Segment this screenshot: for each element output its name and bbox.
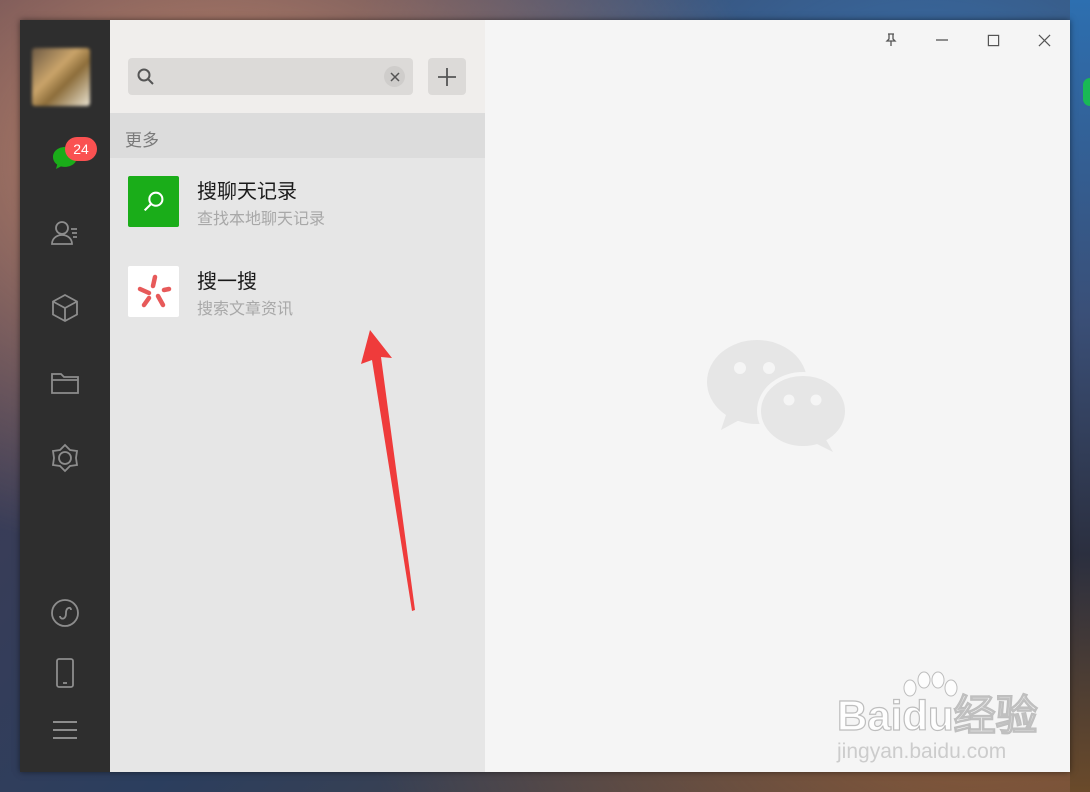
sousou-icon: [128, 266, 179, 317]
search-header: [110, 20, 485, 113]
close-icon[interactable]: [1027, 28, 1061, 52]
wechat-window: 24 更多 搜聊天记录 查找本地聊天记录 搜一搜 搜索文章资讯: [20, 20, 1070, 772]
menu-icon[interactable]: [45, 710, 85, 750]
main-pane: [485, 20, 1070, 772]
files-icon[interactable]: [45, 363, 85, 403]
section-header: 更多: [110, 113, 485, 158]
desktop-wallpaper: [1070, 0, 1090, 792]
moments-icon[interactable]: [45, 438, 85, 478]
clear-search-icon[interactable]: [384, 66, 405, 87]
search-results-panel: 更多 搜聊天记录 查找本地聊天记录 搜一搜 搜索文章资讯: [110, 20, 485, 772]
search-box[interactable]: [128, 58, 413, 97]
result-subtitle: 搜索文章资讯: [197, 299, 294, 318]
result-title: 搜一搜: [197, 269, 257, 293]
search-icon: [137, 68, 154, 85]
nav-rail: 24: [20, 20, 110, 772]
result-item-chat-history[interactable]: 搜聊天记录 查找本地聊天记录: [110, 158, 485, 246]
avatar[interactable]: [32, 48, 90, 106]
annotation-arrow-icon: [361, 330, 415, 611]
maximize-icon[interactable]: [976, 28, 1010, 52]
desktop-app-icon[interactable]: [1083, 78, 1090, 106]
search-input[interactable]: [162, 58, 381, 97]
pin-icon[interactable]: [874, 28, 908, 52]
mini-program-icon[interactable]: [45, 593, 85, 633]
minimize-icon[interactable]: [925, 28, 959, 52]
unread-badge: 24: [65, 137, 97, 161]
favorites-icon[interactable]: [45, 288, 85, 328]
contacts-icon[interactable]: [45, 213, 85, 253]
section-header-label: 更多: [125, 131, 159, 151]
watermark-site: jingyan.baidu.com: [837, 740, 1007, 763]
chat-history-search-icon: [128, 176, 179, 227]
result-item-sousou[interactable]: 搜一搜 搜索文章资讯: [110, 248, 485, 336]
wechat-logo-icon: [707, 340, 849, 452]
result-subtitle: 查找本地聊天记录: [197, 209, 326, 228]
phone-icon[interactable]: [45, 653, 85, 693]
watermark: Baidu经验 jingyan.baidu.com: [815, 670, 1040, 775]
add-button[interactable]: [428, 58, 466, 95]
watermark-brand: Baidu经验: [836, 691, 1038, 739]
result-title: 搜聊天记录: [197, 179, 297, 203]
